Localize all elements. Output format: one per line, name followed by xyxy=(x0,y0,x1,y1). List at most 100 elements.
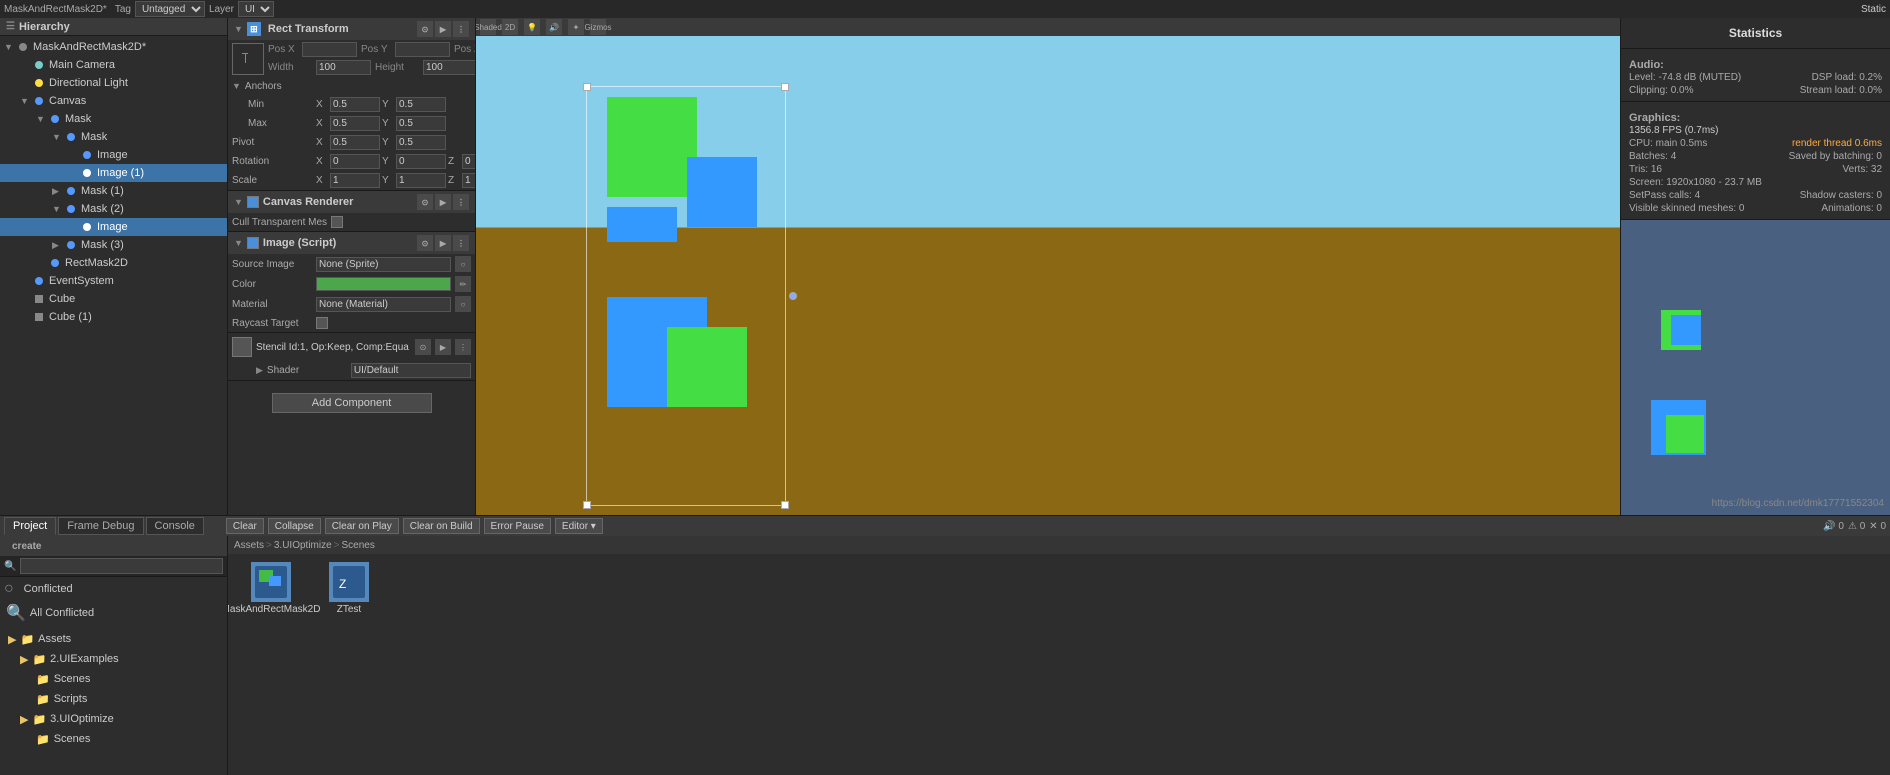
scale-x-input[interactable] xyxy=(330,173,380,188)
max-x-input[interactable] xyxy=(330,116,380,131)
pos-y-input[interactable] xyxy=(395,42,450,57)
width-input[interactable] xyxy=(316,60,371,75)
asset-mask-rect[interactable]: MaskAndRectMask2D xyxy=(236,562,306,615)
cpu-row: CPU: main 0.5ms render thread 0.6ms xyxy=(1629,137,1882,150)
tag-dropdown[interactable]: Untagged xyxy=(135,1,205,17)
scale-y-input[interactable] xyxy=(396,173,446,188)
clear-on-play-button[interactable]: Clear on Play xyxy=(325,518,399,534)
error-pause-button[interactable]: Error Pause xyxy=(484,518,551,534)
source-image-row: Source Image ○ xyxy=(228,254,475,274)
stencil-icon3[interactable]: ⋮ xyxy=(455,339,471,355)
layer-dropdown[interactable]: UI xyxy=(238,1,274,17)
scene-fx-btn[interactable]: ✦ xyxy=(568,19,584,35)
pivot-y-input[interactable] xyxy=(396,135,446,150)
material-picker[interactable]: ○ xyxy=(455,296,471,312)
tree-item-image-inner[interactable]: Image xyxy=(0,218,227,236)
tab-project-label: Project xyxy=(13,520,47,532)
tree-item-image-1[interactable]: Image (1) xyxy=(0,164,227,182)
search-input[interactable] xyxy=(20,558,223,574)
tree-item-event-system[interactable]: EventSystem xyxy=(0,272,227,290)
stencil-row: Stencil Id:1, Op:Keep, Comp:Equa ⊙ ▶ ⋮ xyxy=(228,333,475,361)
handle-bl[interactable] xyxy=(583,501,591,509)
pos-x-input[interactable] xyxy=(302,42,357,57)
scene-2d-btn[interactable]: 2D xyxy=(502,19,518,35)
cr-icon2[interactable]: ▶ xyxy=(435,194,451,210)
material-input[interactable] xyxy=(316,297,451,312)
raycast-checkbox[interactable] xyxy=(316,317,328,329)
is-icon3[interactable]: ⋮ xyxy=(453,235,469,251)
scene-audio-btn[interactable]: 🔊 xyxy=(546,19,562,35)
rt-icon1[interactable]: ⊙ xyxy=(417,21,433,37)
ui-examples-item[interactable]: ▶ 📁 2.UIExamples xyxy=(0,649,227,669)
min-x-input[interactable] xyxy=(330,97,380,112)
editor-button[interactable]: Editor ▾ xyxy=(555,518,603,534)
rot-x-input[interactable] xyxy=(330,154,380,169)
tree-item-mask-inner[interactable]: ▼ Mask xyxy=(0,128,227,146)
clear-on-build-button[interactable]: Clear on Build xyxy=(403,518,480,534)
add-component-button[interactable]: Add Component xyxy=(272,393,432,413)
cr-icon3[interactable]: ⋮ xyxy=(453,194,469,210)
handle-center[interactable] xyxy=(789,292,797,300)
assets-root-item[interactable]: ▶ 📁 Assets xyxy=(0,629,227,649)
tree-item-mask-root[interactable]: ▼ MaskAndRectMask2D* xyxy=(0,38,227,56)
breadcrumb-scenes: Scenes xyxy=(342,540,375,551)
asset-ztest[interactable]: Z ZTest xyxy=(314,562,384,615)
rt-icon3[interactable]: ⋮ xyxy=(453,21,469,37)
min-y-input[interactable] xyxy=(396,97,446,112)
canvas-renderer-checkbox[interactable] xyxy=(247,196,259,208)
scripts-item[interactable]: 📁 Scripts xyxy=(0,689,227,709)
tree-item-image[interactable]: Image xyxy=(0,146,227,164)
handle-tr[interactable] xyxy=(781,83,789,91)
tab-project[interactable]: Project xyxy=(4,517,56,535)
max-y-input[interactable] xyxy=(396,116,446,131)
inspector-panel: ▼ ⊞ Rect Transform ⊙ ▶ ⋮ xyxy=(228,18,476,515)
scene-shaded-btn[interactable]: Shaded xyxy=(480,19,496,35)
scene-toolbar: Shaded 2D 💡 🔊 ✦ Gizmos xyxy=(476,18,1620,36)
image-script-header[interactable]: ▼ Image (Script) ⊙ ▶ ⋮ xyxy=(228,232,475,254)
ui-optimize-item[interactable]: ▶ 📁 3.UIOptimize xyxy=(0,709,227,729)
collapse-button[interactable]: Collapse xyxy=(268,518,321,534)
graphics-stats-section: Graphics: 1356.8 FPS (0.7ms) CPU: main 0… xyxy=(1621,102,1890,220)
tree-item-main-camera[interactable]: Main Camera xyxy=(0,56,227,74)
tree-item-cube-1[interactable]: Cube (1) xyxy=(0,308,227,326)
stencil-icon1[interactable]: ⊙ xyxy=(415,339,431,355)
image-script-checkbox[interactable] xyxy=(247,237,259,249)
handle-br[interactable] xyxy=(781,501,789,509)
source-image-picker[interactable]: ○ xyxy=(455,256,471,272)
canvas-renderer-header[interactable]: ▼ Canvas Renderer ⊙ ▶ ⋮ xyxy=(228,191,475,213)
tree-item-rectmask2d[interactable]: RectMask2D xyxy=(0,254,227,272)
tree-item-cube[interactable]: Cube xyxy=(0,290,227,308)
color-picker[interactable]: ✏ xyxy=(455,276,471,292)
shader-input[interactable] xyxy=(351,363,471,378)
source-image-input[interactable] xyxy=(316,257,451,272)
tab-frame-debug[interactable]: Frame Debug xyxy=(58,517,143,535)
rot-z-input[interactable] xyxy=(462,154,476,169)
rt-icon2[interactable]: ▶ xyxy=(435,21,451,37)
tree-item-mask-2[interactable]: ▼ Mask (2) xyxy=(0,200,227,218)
scale-z-input[interactable] xyxy=(462,173,476,188)
pivot-x-input[interactable] xyxy=(330,135,380,150)
height-input[interactable] xyxy=(423,60,476,75)
scenes-1-item[interactable]: 📁 Scenes xyxy=(0,669,227,689)
color-swatch[interactable] xyxy=(316,277,451,291)
handle-tl[interactable] xyxy=(583,83,591,91)
scenes-2-item[interactable]: 📁 Scenes xyxy=(0,729,227,749)
tree-item-mask-3[interactable]: ▶ Mask (3) xyxy=(0,236,227,254)
stencil-icon2[interactable]: ▶ xyxy=(435,339,451,355)
cull-checkbox[interactable] xyxy=(331,216,343,228)
rect-transform-header[interactable]: ▼ ⊞ Rect Transform ⊙ ▶ ⋮ xyxy=(228,18,475,40)
cr-icon1[interactable]: ⊙ xyxy=(417,194,433,210)
all-conflicted-row[interactable]: 🔍 All Conflicted xyxy=(0,601,227,625)
is-icon1[interactable]: ⊙ xyxy=(417,235,433,251)
tree-item-mask-1[interactable]: ▶ Mask (1) xyxy=(0,182,227,200)
scene-gizmos-btn[interactable]: Gizmos xyxy=(590,19,606,35)
is-icon2[interactable]: ▶ xyxy=(435,235,451,251)
tree-item-dir-light[interactable]: Directional Light xyxy=(0,74,227,92)
clear-button[interactable]: Clear xyxy=(226,518,264,534)
tree-item-canvas[interactable]: ▼ Canvas xyxy=(0,92,227,110)
tree-item-mask[interactable]: ▼ Mask xyxy=(0,110,227,128)
scene-light-btn[interactable]: 💡 xyxy=(524,19,540,35)
min-x-label: X xyxy=(316,99,328,110)
rot-y-input[interactable] xyxy=(396,154,446,169)
tab-console[interactable]: Console xyxy=(146,517,204,535)
